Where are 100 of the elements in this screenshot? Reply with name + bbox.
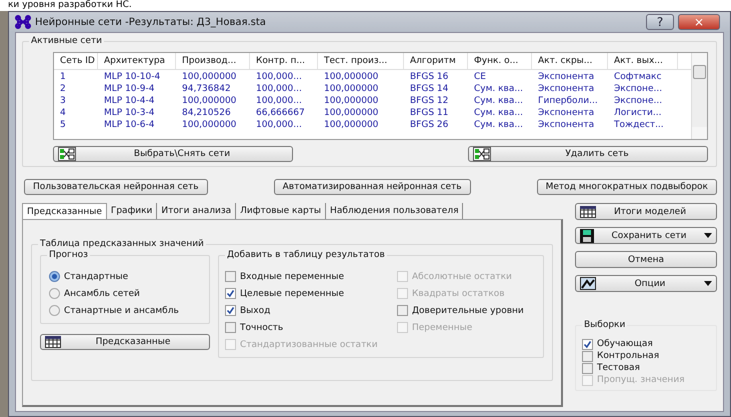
column-header[interactable]: Производ... [176, 53, 250, 69]
checkbox-label: Целевые переменные [240, 288, 344, 298]
table-cell-text: MLP 10-4-4 [103, 95, 156, 107]
checkbox-label: Пропущ. значения [597, 375, 685, 385]
network-button[interactable]: Выбрать\Снять сети [53, 146, 293, 162]
column-header[interactable]: Акт. скры... [532, 53, 608, 69]
tab[interactable]: Наблюдения пользователя [326, 203, 464, 219]
tab[interactable]: Лифтовые карты [236, 203, 326, 219]
network-icon [58, 147, 76, 161]
checkbox-label: Входные переменные [240, 272, 344, 282]
checkbox[interactable] [225, 305, 236, 316]
network-icon [473, 147, 491, 161]
table-cell-text: BFGS 26 [409, 119, 450, 131]
table-cell-text: Сум. ква... [473, 83, 524, 95]
column-header[interactable]: Акт. вых... [608, 53, 678, 69]
table-cell-text: MLP 10-3-4 [103, 107, 156, 119]
network-button[interactable]: Удалить сеть [468, 146, 708, 162]
grid-icon [45, 336, 61, 348]
table-cell-text: 100,000... [255, 71, 303, 83]
option-label: Стандартные [64, 272, 128, 282]
checkbox-label: Переменные [412, 322, 472, 332]
predicted-button[interactable]: Предсказанные [40, 334, 210, 350]
radio-button[interactable] [49, 288, 60, 299]
checkbox[interactable] [225, 288, 236, 299]
table-cell-text: BFGS 12 [409, 95, 450, 107]
help-button[interactable]: ? [646, 14, 674, 30]
checkbox-label: Контрольная [597, 351, 660, 361]
tab[interactable]: Графики [106, 203, 158, 219]
column-header[interactable]: Контр. п... [250, 53, 318, 69]
table-cell-text: 100,000000 [181, 95, 238, 107]
checkbox-label: Обучающая [597, 339, 653, 349]
radio-button[interactable] [49, 271, 60, 282]
table-cell-text: Софтмакс [613, 71, 662, 83]
table-cell-text: 100,000... [255, 83, 303, 95]
side-button[interactable]: Опции [575, 275, 717, 292]
table-cell-text: 100,000000 [323, 71, 380, 83]
table-cell-text: 3 [59, 95, 67, 107]
tab[interactable]: Предсказанные [22, 203, 107, 219]
radio-button[interactable] [49, 305, 60, 316]
window-title: Нейронные сети -Результаты: Д3_Новая.sta [35, 16, 266, 28]
scrollbar[interactable] [691, 53, 707, 139]
group-title: Выборки [582, 320, 628, 330]
table-cell-text: Экспонента [537, 83, 596, 95]
table-cell-text: 66,666667 [255, 107, 306, 119]
checkbox-label: Стандартизованные остатки [240, 340, 378, 350]
table-cell-text: Экспоне... [613, 95, 664, 107]
table-cell-text: Сум. ква... [473, 119, 524, 131]
scroll-thumb[interactable] [693, 65, 706, 79]
table-cell-text: Экспонента [537, 107, 596, 119]
side-button[interactable]: Итоги моделей [575, 203, 717, 220]
mode-button[interactable]: Метод многократных подвыборок [536, 179, 717, 195]
table-cell-text: 100,000000 [323, 95, 380, 107]
checkbox-label: Точность [240, 322, 284, 332]
table-cell-text: Экспоне... [613, 83, 664, 95]
close-button[interactable]: × [678, 14, 720, 30]
column-header[interactable]: Сеть ID [54, 53, 98, 69]
table-cell-text: Тождест... [613, 119, 665, 131]
table-cell-text: 2 [59, 83, 67, 95]
table-cell-text: 100,000000 [323, 107, 380, 119]
checkbox[interactable] [582, 338, 593, 350]
table-cell-text: MLP 10-6-4 [103, 119, 156, 131]
table-cell-text: BFGS 11 [409, 107, 450, 119]
mode-button[interactable]: Пользовательская нейронная сеть [24, 179, 208, 195]
table-cell-text: Экспонента [537, 119, 596, 131]
checkbox[interactable] [397, 305, 408, 316]
side-button[interactable]: Отмена [575, 251, 717, 268]
checkbox[interactable] [582, 350, 593, 362]
checkbox[interactable] [225, 322, 236, 333]
column-header[interactable]: Алгоритм [404, 53, 468, 69]
checkbox-label: Тестовая [597, 363, 640, 373]
table-cell-text: MLP 10-10-4 [103, 71, 162, 83]
table-cell-text: BFGS 14 [409, 83, 450, 95]
group-title: Прогноз [47, 250, 90, 260]
checkbox[interactable] [225, 271, 236, 282]
table-cell-text: 100,000... [255, 119, 303, 131]
table-cell-text: 5 [59, 119, 67, 131]
table-cell-text: 94,736842 [181, 83, 232, 95]
column-header[interactable]: Архитектура [98, 53, 176, 69]
table-cell-text: CE [473, 71, 487, 83]
table-cell-text: 1 [59, 71, 67, 83]
checkbox-label: Выход [240, 306, 270, 316]
table-cell-text: 100,000000 [323, 83, 380, 95]
table-cell-text: 100,000000 [181, 71, 238, 83]
checkbox[interactable] [582, 362, 593, 374]
mode-button[interactable]: Автоматизированная нейронная сеть [274, 179, 471, 195]
checkbox-label: Абсолютные остатки [412, 272, 512, 282]
table-cell-text: 100,000... [255, 95, 303, 107]
table-cell-text: Гиперболи... [537, 95, 599, 107]
group-title: Активные сети [29, 36, 104, 46]
column-header[interactable]: Функ. о... [468, 53, 532, 69]
picture-icon [580, 277, 596, 290]
checkbox-label: Доверительные уровни [412, 306, 524, 316]
table-cell-text: Логисти... [613, 107, 662, 119]
table-cell-text: 84,210526 [181, 107, 232, 119]
table-cell-text: Экспонента [537, 71, 596, 83]
side-button[interactable]: Сохранить сети [575, 227, 717, 244]
tab[interactable]: Итоги анализа [157, 203, 236, 219]
table-cell-text: 4 [59, 107, 67, 119]
column-header[interactable]: Тест. произ... [318, 53, 404, 69]
option-label: Ансамбль сетей [64, 288, 140, 298]
